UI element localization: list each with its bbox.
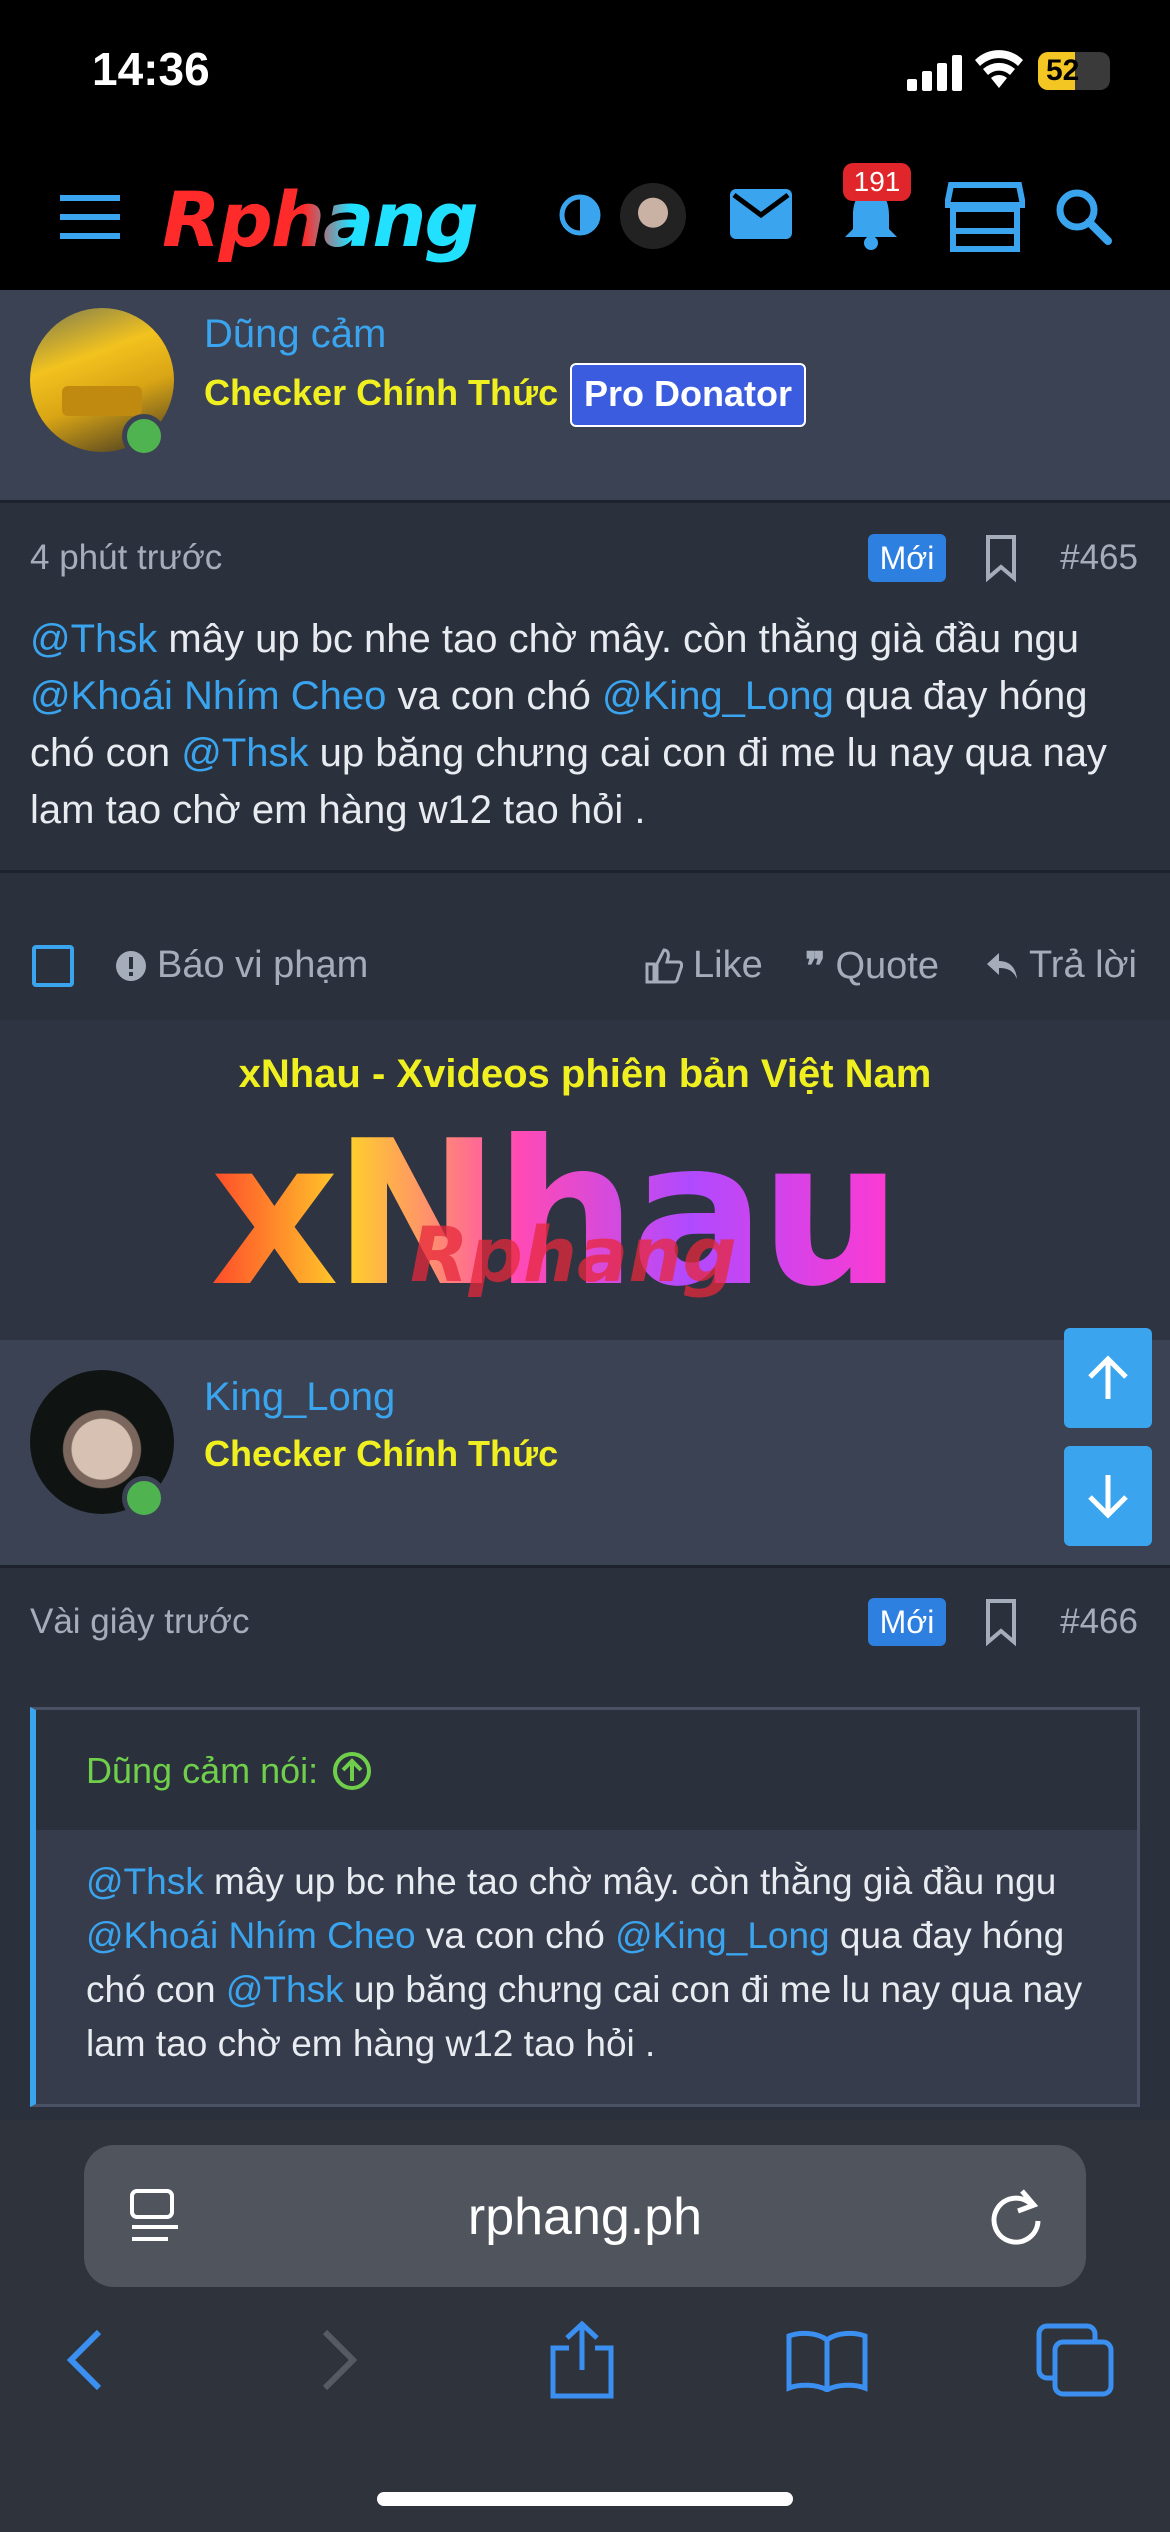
divider bbox=[0, 1565, 1170, 1568]
book-icon bbox=[786, 2330, 868, 2392]
user-avatar[interactable] bbox=[620, 183, 686, 249]
share-button[interactable] bbox=[537, 2320, 627, 2400]
reply-label: Trả lời bbox=[1029, 944, 1137, 986]
author-title: Checker Chính Thức bbox=[204, 1433, 559, 1474]
new-badge: Mới bbox=[868, 534, 946, 582]
tabs-icon bbox=[1036, 2323, 1114, 2397]
like-button[interactable]: Like bbox=[645, 944, 763, 987]
user-mention-link[interactable]: @Khoái Nhím Cheo bbox=[86, 1915, 416, 1956]
online-status-icon bbox=[122, 414, 166, 458]
chevron-right-icon bbox=[322, 2329, 358, 2391]
scroll-to-bottom-button[interactable] bbox=[1064, 1446, 1152, 1546]
status-bar: 14:36 52 bbox=[0, 0, 1170, 145]
scroll-to-top-button[interactable] bbox=[1064, 1328, 1152, 1428]
pro-donator-badge: Pro Donator bbox=[570, 363, 807, 427]
post-author-block: King_Long Checker Chính Thức bbox=[0, 1340, 1170, 1565]
divider bbox=[0, 870, 1170, 873]
post-number[interactable]: #466 bbox=[1060, 1602, 1138, 1642]
url-text[interactable]: rphang.ph bbox=[84, 2187, 1086, 2247]
share-icon bbox=[550, 2320, 614, 2399]
reply-button[interactable]: Trả lời bbox=[985, 944, 1137, 987]
post-text-segment: va con chó bbox=[415, 1915, 616, 1956]
battery-icon: 52 bbox=[1038, 52, 1110, 90]
site-logo[interactable]: Rphang bbox=[162, 175, 479, 264]
user-mention-link[interactable]: @King_Long bbox=[602, 674, 834, 718]
store-icon[interactable] bbox=[942, 177, 1028, 257]
address-bar[interactable]: rphang.ph bbox=[84, 2145, 1086, 2287]
mail-icon[interactable] bbox=[728, 185, 794, 243]
user-mention-link[interactable]: @Thsk bbox=[86, 1861, 204, 1902]
back-button[interactable] bbox=[40, 2320, 130, 2400]
quote-label: Quote bbox=[835, 945, 939, 987]
post-number[interactable]: #465 bbox=[1060, 538, 1138, 578]
post-text-segment: mây up bc nhe tao chờ mây. còn thằng già… bbox=[157, 617, 1079, 661]
post-text-segment: va con chó bbox=[386, 674, 603, 718]
post-actions: Báo vi phạm Like ❞ Quote Trả lời bbox=[0, 900, 1170, 1020]
report-label: Báo vi phạm bbox=[157, 944, 369, 986]
user-mention-link[interactable]: @Thsk bbox=[181, 731, 308, 775]
jump-up-icon[interactable] bbox=[332, 1751, 372, 1791]
search-icon[interactable] bbox=[1050, 183, 1116, 249]
user-mention-link[interactable]: @King_Long bbox=[615, 1915, 830, 1956]
quote-author[interactable]: Dũng cảm nói: bbox=[86, 1750, 372, 1792]
arrow-up-icon bbox=[1088, 1355, 1128, 1399]
forward-button[interactable] bbox=[294, 2320, 384, 2400]
battery-percent: 52 bbox=[1046, 54, 1080, 87]
divider bbox=[0, 500, 1170, 503]
like-label: Like bbox=[693, 944, 763, 986]
report-button[interactable]: Báo vi phạm bbox=[115, 944, 368, 987]
ad-watermark: Rphang bbox=[410, 1210, 737, 1299]
quote-icon: ❞ bbox=[805, 946, 826, 988]
post-text-segment: mây up bc nhe tao chờ mây. còn thằng già… bbox=[203, 1861, 1057, 1902]
author-username[interactable]: King_Long bbox=[204, 1375, 395, 1420]
quote-button[interactable]: ❞ Quote bbox=[805, 944, 939, 989]
user-mention-link[interactable]: @Thsk bbox=[226, 1969, 344, 2010]
alert-icon bbox=[116, 950, 146, 981]
reply-icon bbox=[987, 952, 1017, 979]
user-mention-link[interactable]: @Khoái Nhím Cheo bbox=[30, 674, 386, 718]
status-time: 14:36 bbox=[92, 43, 210, 95]
tabs-button[interactable] bbox=[1030, 2320, 1120, 2400]
post-time[interactable]: Vài giây trước bbox=[30, 1602, 250, 1642]
cellular-signal-icon bbox=[907, 55, 962, 91]
wifi-icon bbox=[975, 50, 1023, 88]
thumbs-up-icon bbox=[645, 947, 683, 983]
quote-header: Dũng cảm nói: bbox=[36, 1710, 1137, 1830]
top-navigation: Rphang 191 bbox=[0, 145, 1170, 290]
theme-toggle-icon[interactable] bbox=[555, 190, 605, 240]
select-checkbox[interactable] bbox=[32, 945, 74, 987]
notification-count-badge: 191 bbox=[843, 163, 911, 201]
quote-block: Dũng cảm nói: @Thsk mây up bc nhe tao ch… bbox=[30, 1707, 1140, 2107]
bookmarks-button[interactable] bbox=[782, 2320, 872, 2400]
ad-title[interactable]: xNhau - Xvideos phiên bản Việt Nam bbox=[0, 1052, 1170, 1097]
quote-author-label: Dũng cảm nói: bbox=[86, 1750, 319, 1791]
bookmark-icon[interactable] bbox=[984, 1598, 1018, 1646]
author-username[interactable]: Dũng cảm bbox=[204, 312, 386, 357]
new-badge: Mới bbox=[868, 1598, 946, 1646]
menu-icon[interactable] bbox=[55, 187, 125, 247]
post-content: @Thsk mây up bc nhe tao chờ mây. còn thằ… bbox=[30, 611, 1140, 839]
ad-banner[interactable]: xNhau - Xvideos phiên bản Việt Nam xNhau… bbox=[0, 1020, 1170, 1340]
reload-icon[interactable] bbox=[986, 2183, 1046, 2249]
chevron-left-icon bbox=[66, 2329, 102, 2391]
arrow-down-icon bbox=[1088, 1475, 1128, 1519]
bookmark-icon[interactable] bbox=[984, 534, 1018, 582]
online-status-icon bbox=[122, 1476, 166, 1520]
home-indicator[interactable] bbox=[377, 2492, 793, 2506]
browser-toolbar: rphang.ph bbox=[0, 2120, 1170, 2532]
post-time[interactable]: 4 phút trước bbox=[30, 538, 222, 578]
user-mention-link[interactable]: @Thsk bbox=[30, 617, 157, 661]
author-title: Checker Chính Thức bbox=[204, 372, 559, 413]
quote-content: @Thsk mây up bc nhe tao chờ mây. còn thằ… bbox=[86, 1855, 1096, 2071]
